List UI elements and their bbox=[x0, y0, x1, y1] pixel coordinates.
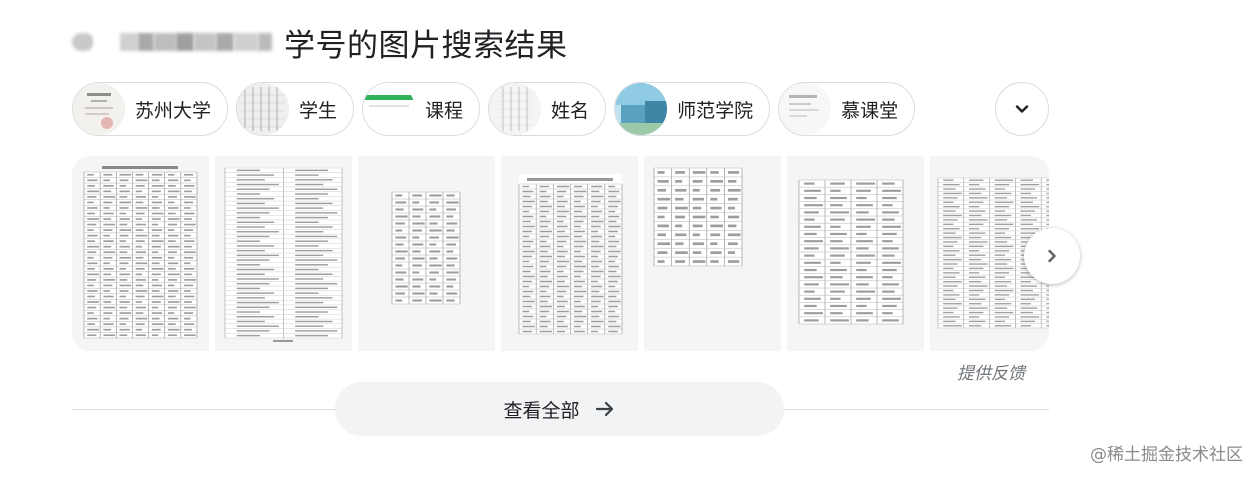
table-thumb-icon bbox=[489, 83, 542, 135]
watermark: @稀土掘金技术社区 bbox=[1090, 445, 1243, 465]
view-all-label: 查看全部 bbox=[503, 399, 580, 422]
chip-mooc-class[interactable]: 慕课堂 bbox=[778, 82, 916, 136]
chip-normal-college[interactable]: 师范学院 bbox=[614, 82, 771, 136]
chip-student[interactable]: 学生 bbox=[236, 82, 355, 136]
chip-label: 姓名 bbox=[551, 99, 590, 122]
table-image bbox=[798, 179, 904, 325]
next-images-button[interactable] bbox=[1024, 228, 1080, 284]
table-image bbox=[518, 174, 623, 335]
image-result[interactable] bbox=[501, 156, 638, 351]
table-image bbox=[653, 167, 743, 267]
image-result[interactable] bbox=[787, 156, 924, 351]
table-image bbox=[224, 167, 343, 342]
table-image bbox=[391, 191, 461, 305]
chip-suzhou-university[interactable]: 苏州大学 bbox=[72, 82, 229, 136]
document-thumb-icon bbox=[73, 83, 125, 135]
image-results-strip bbox=[72, 156, 1049, 351]
arrow-right-icon bbox=[595, 401, 613, 417]
green-header-thumb-icon bbox=[363, 83, 416, 135]
chip-label: 课程 bbox=[425, 99, 464, 122]
image-result[interactable] bbox=[358, 156, 495, 351]
results-title-row: 学号的图片搜索结果 bbox=[72, 18, 568, 66]
table-image bbox=[83, 166, 198, 339]
blurred-query bbox=[72, 33, 272, 51]
chip-name[interactable]: 姓名 bbox=[488, 82, 607, 136]
document-thumb-icon bbox=[779, 83, 832, 135]
image-result[interactable] bbox=[72, 156, 209, 351]
chip-label: 学生 bbox=[299, 99, 338, 122]
image-result[interactable] bbox=[644, 156, 781, 351]
feedback-link[interactable]: 提供反馈 bbox=[957, 359, 1025, 384]
chevron-down-icon bbox=[1015, 105, 1029, 113]
expand-chips-button[interactable] bbox=[995, 82, 1049, 136]
view-all-button[interactable]: 查看全部 bbox=[335, 382, 784, 436]
page-title: 学号的图片搜索结果 bbox=[284, 27, 568, 64]
image-result[interactable] bbox=[215, 156, 352, 351]
campus-photo-thumb-icon bbox=[615, 83, 668, 135]
table-thumb-icon bbox=[237, 83, 290, 135]
chevron-right-icon bbox=[1048, 249, 1056, 263]
chip-course[interactable]: 课程 bbox=[362, 82, 481, 136]
chip-label: 苏州大学 bbox=[135, 99, 212, 122]
chip-label: 师范学院 bbox=[677, 99, 754, 122]
chip-label: 慕课堂 bbox=[841, 99, 899, 122]
related-search-chips: 苏州大学 学生 课程 姓名 师范学院 慕课堂 bbox=[72, 82, 916, 136]
